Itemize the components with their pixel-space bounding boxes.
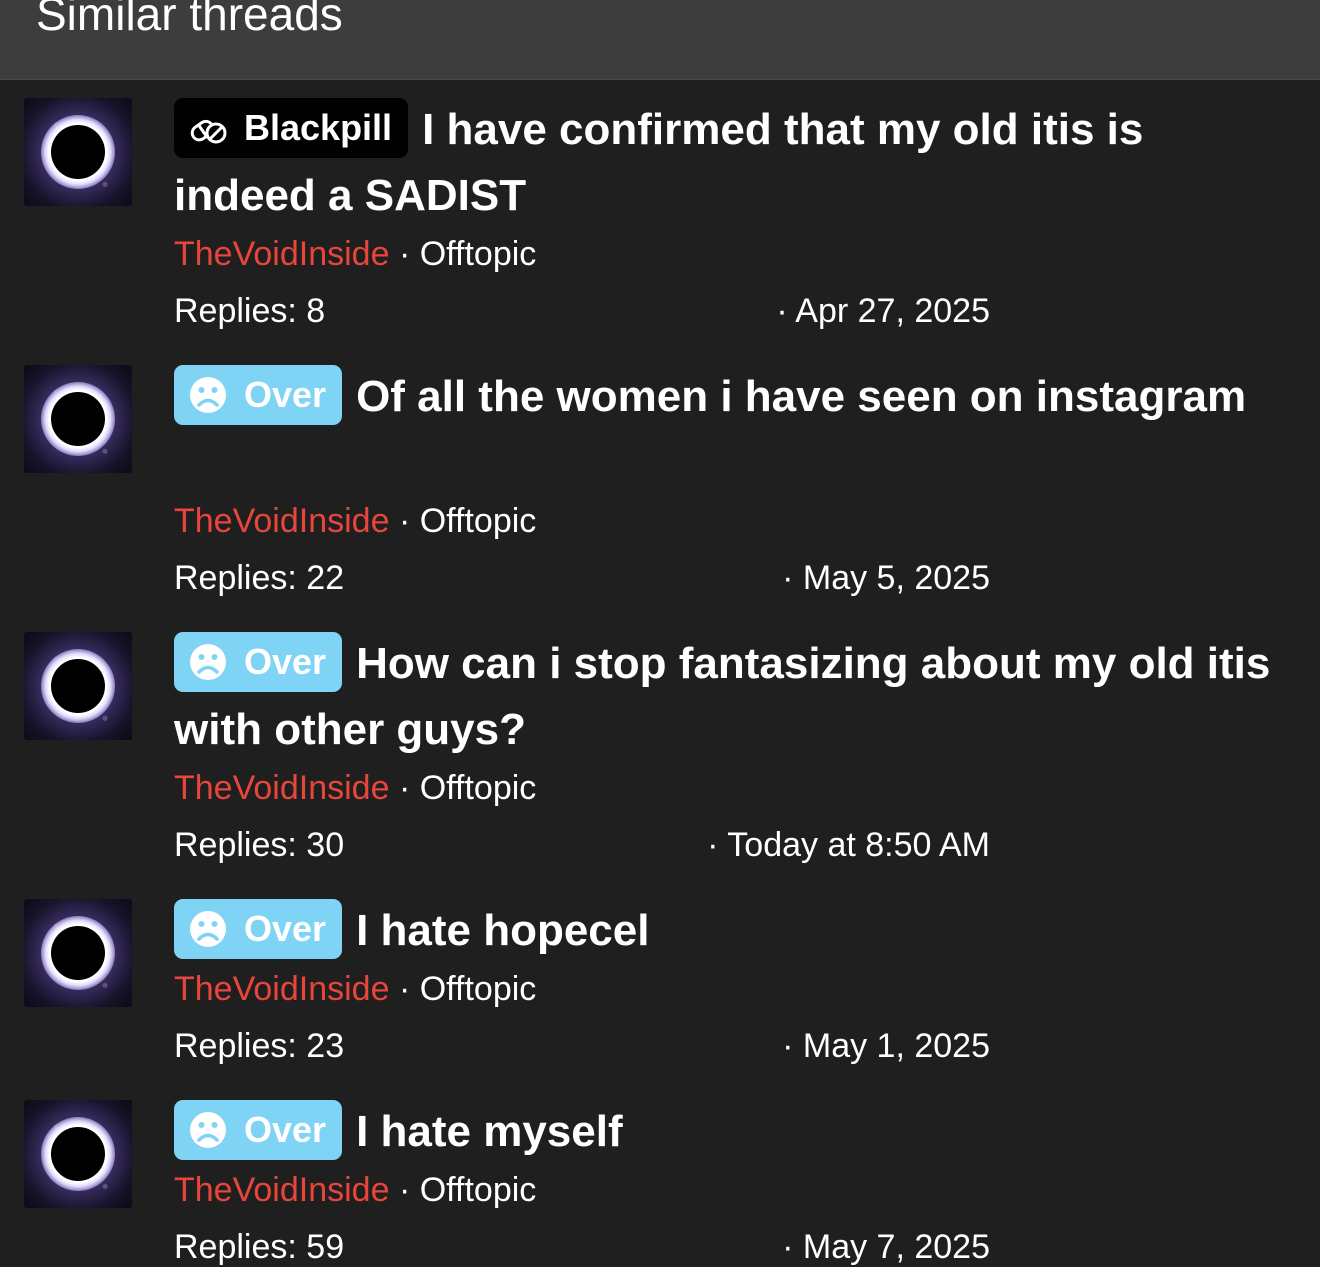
avatar[interactable] <box>24 899 132 1007</box>
author-link[interactable]: TheVoidInside <box>174 970 390 1008</box>
prefix-label: Blackpill <box>244 107 393 149</box>
prefix-badge-over[interactable]: Over <box>174 1100 343 1161</box>
forum-link[interactable]: Offtopic <box>420 235 537 273</box>
meta-separator: · <box>398 769 411 807</box>
thread-meta: TheVoidInside · Offtopic <box>174 501 536 541</box>
meta-separator: · <box>398 235 411 273</box>
avatar[interactable] <box>24 1100 132 1208</box>
thread-title[interactable]: I hate hopecel <box>356 906 649 955</box>
prefix-label: Over <box>244 908 327 950</box>
thread-stats: Replies: 8 · Apr 27, 2025 <box>174 291 990 331</box>
prefix-badge-over[interactable]: Over <box>174 899 343 960</box>
thread-title[interactable]: I hate myself <box>356 1107 623 1156</box>
forum-link[interactable]: Offtopic <box>420 1171 537 1209</box>
last-post-date[interactable]: · May 5, 2025 <box>782 558 990 598</box>
thread-meta: TheVoidInside · Offtopic <box>174 1170 536 1210</box>
meta-separator: · <box>398 502 411 540</box>
meta-separator: · <box>398 1171 411 1209</box>
sad-face-icon <box>188 375 228 415</box>
author-link[interactable]: TheVoidInside <box>174 1171 390 1209</box>
sad-face-icon <box>188 1110 228 1150</box>
thread-title[interactable]: Of all the women i have seen on instagra… <box>356 372 1246 421</box>
thread-title-line[interactable]: Blackpill I have confirmed that my old it… <box>174 97 1294 229</box>
prefix-badge-blackpill[interactable]: Blackpill <box>174 98 409 159</box>
sad-face-icon <box>188 909 228 949</box>
last-post-date[interactable]: · May 1, 2025 <box>782 1026 990 1066</box>
forum-link[interactable]: Offtopic <box>420 970 537 1008</box>
thread-stats: Replies: 22 · May 5, 2025 <box>174 558 990 598</box>
replies-count: Replies: 23 <box>174 1027 345 1065</box>
thread-title-line[interactable]: Over I hate hopecel <box>174 898 1294 964</box>
avatar[interactable] <box>24 365 132 473</box>
section-title: Similar threads <box>36 0 343 40</box>
forum-link[interactable]: Offtopic <box>420 769 537 807</box>
thread-stats: Replies: 23 · May 1, 2025 <box>174 1026 990 1066</box>
thread-title-line[interactable]: Over Of all the women i have seen on inst… <box>174 364 1294 430</box>
prefix-label: Over <box>244 1109 327 1151</box>
thread-title-line[interactable]: Over How can i stop fantasizing about my … <box>174 631 1294 763</box>
sad-face-icon <box>188 642 228 682</box>
author-link[interactable]: TheVoidInside <box>174 502 390 540</box>
replies-count: Replies: 59 <box>174 1228 345 1266</box>
similar-threads-header: Similar threads <box>0 0 1320 80</box>
thread-stats: Replies: 59 · May 7, 2025 <box>174 1227 990 1267</box>
author-link[interactable]: TheVoidInside <box>174 769 390 807</box>
avatar[interactable] <box>24 98 132 206</box>
prefix-label: Over <box>244 641 327 683</box>
thread-title-line[interactable]: Over I hate myself <box>174 1099 1294 1165</box>
prefix-badge-over[interactable]: Over <box>174 632 343 693</box>
author-link[interactable]: TheVoidInside <box>174 235 390 273</box>
thread-meta: TheVoidInside · Offtopic <box>174 768 536 808</box>
last-post-date[interactable]: · May 7, 2025 <box>782 1227 990 1267</box>
avatar[interactable] <box>24 632 132 740</box>
last-post-date[interactable]: · Apr 27, 2025 <box>776 291 990 331</box>
last-post-date[interactable]: · Today at 8:50 AM <box>707 825 990 865</box>
prefix-badge-over[interactable]: Over <box>174 365 343 426</box>
thread-stats: Replies: 30 · Today at 8:50 AM <box>174 825 990 865</box>
replies-count: Replies: 8 <box>174 292 326 330</box>
replies-count: Replies: 22 <box>174 559 345 597</box>
thread-meta: TheVoidInside · Offtopic <box>174 234 536 274</box>
thread-meta: TheVoidInside · Offtopic <box>174 969 536 1009</box>
replies-count: Replies: 30 <box>174 826 345 864</box>
meta-separator: · <box>398 970 411 1008</box>
prefix-label: Over <box>244 374 327 416</box>
pills-icon <box>188 108 228 148</box>
forum-link[interactable]: Offtopic <box>420 502 537 540</box>
